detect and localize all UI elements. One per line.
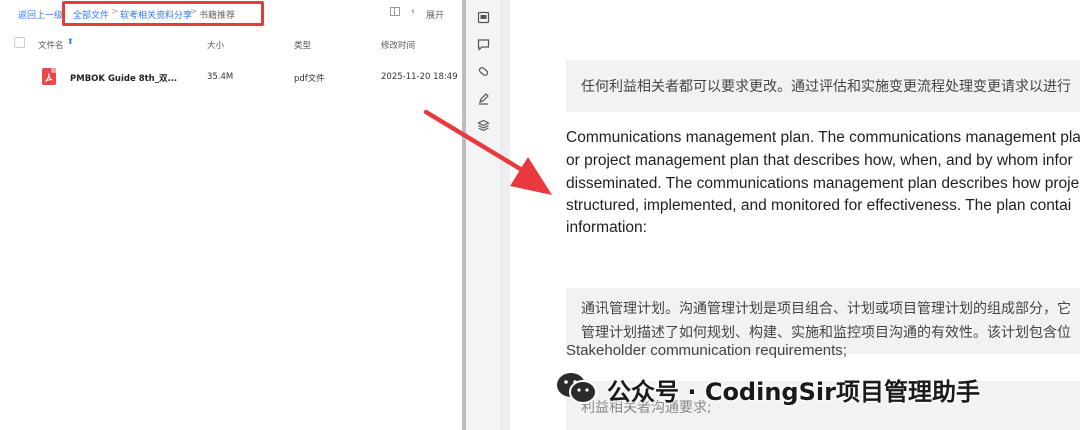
comment-icon[interactable] (477, 36, 490, 51)
breadcrumb-shared-folder[interactable]: 软考相关资料分享 (120, 8, 192, 21)
column-header-type[interactable]: 类型 (294, 39, 311, 51)
watermark-text: 公众号 · CodingSir项目管理助手 (607, 378, 980, 406)
file-browser-pane: 返回上一级 全部文件 > 软考相关资料分享 > 书籍推荐 ‹ 展开 文件名 ⬆ … (0, 0, 462, 430)
file-modified: 2025-11-20 18:49 (381, 72, 458, 82)
paragraph-line: disseminated. The communications managem… (566, 175, 1080, 192)
collapse-back-icon[interactable]: ‹ (411, 6, 415, 17)
translation-text: 通讯管理计划。沟通管理计划是项目组合、计划或项目管理计划的组成部分，它 (581, 301, 1071, 317)
select-all-checkbox[interactable] (14, 37, 25, 48)
grid-icon[interactable] (390, 7, 400, 16)
attach-icon[interactable] (477, 63, 490, 76)
column-header-modified[interactable]: 修改时间 (381, 39, 415, 51)
stakeholder-heading: Stakeholder communication requirements; (566, 342, 847, 359)
breadcrumb-separator: > (111, 7, 119, 17)
translation-text: 任何利益相关者都可以要求更改。通过评估和实施变更流程处理变更请求以进行 (581, 79, 1071, 95)
column-header-size[interactable]: 大小 (207, 39, 224, 51)
expand-button[interactable]: 展开 (426, 8, 444, 21)
back-up-link[interactable]: 返回上一级 (18, 8, 63, 21)
pdf-icon (42, 68, 56, 85)
breadcrumb-current-folder: 书籍推荐 (199, 11, 236, 21)
file-type: pdf文件 (294, 74, 325, 84)
paragraph-line: structured, implemented, and monitored f… (566, 197, 1072, 214)
file-size: 35.4M (207, 72, 234, 82)
wechat-icon (555, 370, 599, 406)
column-header-name[interactable]: 文件名 (38, 39, 64, 51)
file-name[interactable]: PMBOK Guide 8th_双... (70, 72, 177, 84)
breadcrumb-separator: > (190, 7, 198, 17)
annotation-arrow (423, 109, 552, 195)
paragraph-line: information: (566, 219, 647, 236)
paragraph-line: or project management plan that describe… (566, 152, 1073, 169)
breadcrumb-bar: 返回上一级 全部文件 > 软考相关资料分享 > 书籍推荐 ‹ 展开 (0, 0, 462, 28)
viewer-tool-strip (466, 0, 502, 430)
sort-arrow-icon[interactable]: ⬆ (67, 37, 74, 46)
paragraph-line: Communications management plan. The comm… (566, 129, 1080, 146)
translation-text: 管理计划描述了如何规划、构建、实施和监控项目沟通的有效性。该计划包含位 (581, 325, 1071, 341)
breadcrumb-all-files[interactable]: 全部文件 (73, 8, 109, 21)
image-icon[interactable] (477, 9, 490, 24)
